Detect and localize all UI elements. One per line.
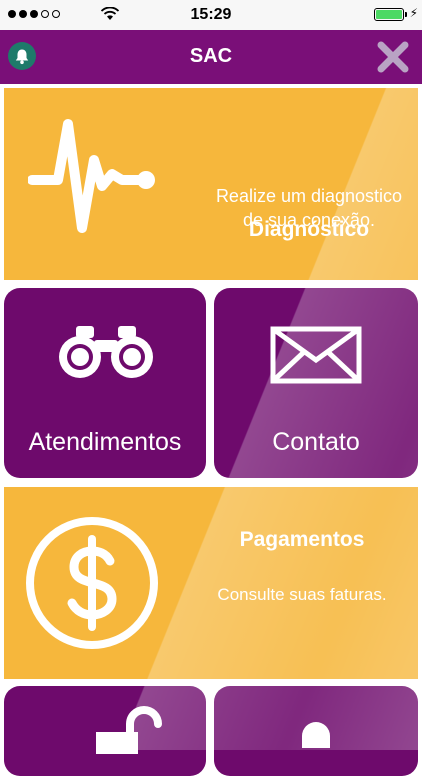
atendimentos-label: Atendimentos [28,428,182,456]
tile-diagnostico[interactable]: Diagnóstico Realize um diagnostico de su… [4,88,418,280]
charging-icon: ⚡ [409,6,418,20]
dollar-coin-icon [26,517,158,649]
app-header: SAC [0,30,422,84]
page-title: SAC [189,45,233,67]
pulse-icon [28,119,155,233]
tile-pagamentos[interactable]: Pagamentos Consulte suas faturas. [4,487,418,679]
pagamentos-title: Pagamentos [239,528,365,551]
diagnostico-description: Realize um diagnostico de sua conexão. [215,186,403,230]
lock-icon [96,706,162,754]
tile-atendimentos[interactable]: Atendimentos [4,288,206,478]
status-bar: 15:29 ⚡ [0,0,422,30]
envelope-icon [270,326,362,384]
binoculars-icon [59,326,153,378]
person-icon [302,722,330,748]
close-icon[interactable] [376,40,410,74]
pagamentos-description: Consulte suas faturas. [217,585,387,604]
battery-tip [405,12,407,17]
battery-icon [374,8,404,21]
contato-label: Contato [272,428,360,456]
tile-contato[interactable]: Contato [214,288,418,478]
status-time: 15:29 [190,6,232,23]
tile-bottom-left[interactable] [4,686,206,776]
tile-bottom-right[interactable] [214,686,418,776]
